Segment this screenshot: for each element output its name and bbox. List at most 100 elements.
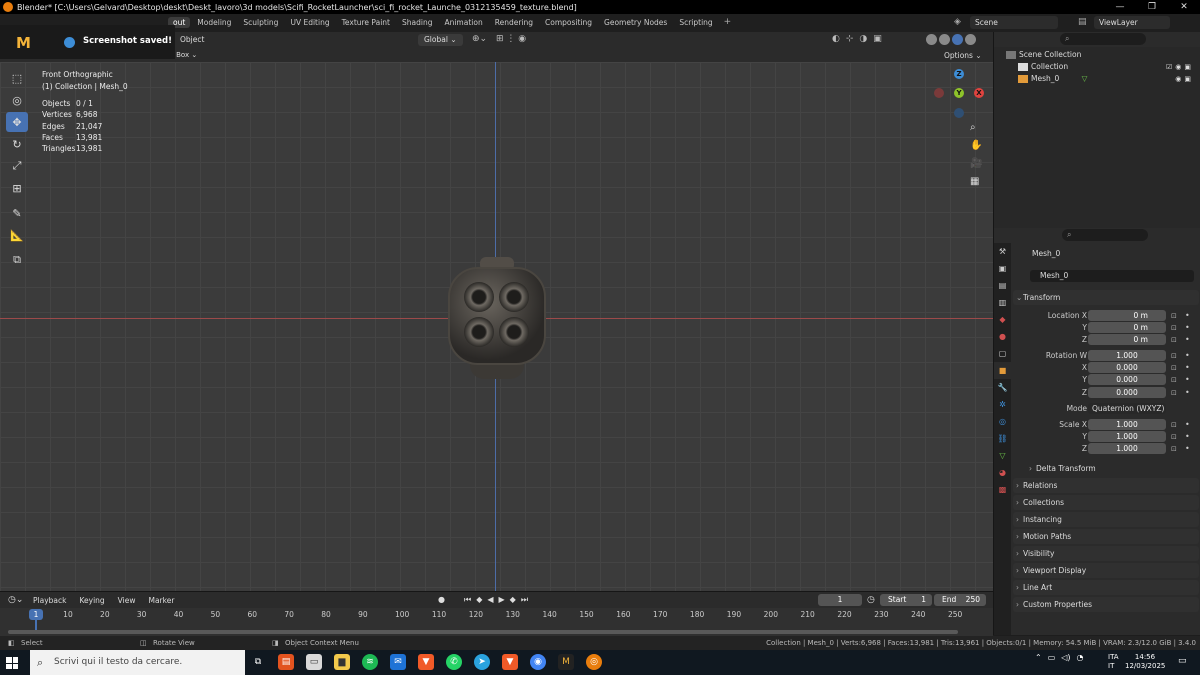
keyframe-dot-icon[interactable]: • [1185, 443, 1190, 455]
timeline[interactable]: 10 20 30 40 50 60 70 80 90 100 110 120 130 140 150 160 1… [0, 608, 993, 636]
property-value-field[interactable]: 1.000 [1088, 350, 1166, 361]
gizmo-neg-x-icon[interactable] [934, 88, 944, 98]
lock-icon[interactable]: ⊡ [1171, 350, 1177, 362]
brave-icon[interactable]: ▼ [418, 654, 434, 670]
navigation-gizmo[interactable]: Z Y X [934, 68, 984, 118]
keyframe-dot-icon[interactable]: • [1185, 322, 1190, 334]
cursor-tool-icon[interactable]: ◎ [6, 90, 28, 110]
gizmo-y-icon[interactable]: Y [954, 88, 964, 98]
move-tool-icon[interactable]: ✥ [6, 112, 28, 132]
scene-icon[interactable]: ◈ [954, 17, 966, 29]
transform-panel-header[interactable]: Transform [1013, 290, 1199, 305]
play-reverse-icon[interactable]: ◀ [487, 595, 493, 605]
rotate-tool-icon[interactable]: ↻ [6, 134, 28, 154]
mesh-data-tab-icon[interactable]: ▽ [994, 447, 1011, 464]
view-layer-tab-icon[interactable]: ▥ [994, 294, 1011, 311]
object-name-field[interactable]: Mesh_0 [1030, 270, 1194, 282]
workspace-tab[interactable]: Scripting [674, 17, 717, 28]
workspace-tab[interactable]: Texture Paint [337, 17, 395, 28]
start-frame-field[interactable]: Start 1 [880, 594, 932, 606]
solid-shading-icon[interactable] [939, 34, 950, 45]
timeline-menu-item[interactable]: Keying [79, 596, 104, 605]
outliner-mesh[interactable]: Mesh_0 ▽ ◉▣ [994, 73, 1200, 85]
lock-icon[interactable]: ⊡ [1171, 387, 1177, 399]
rotation-mode-dropdown[interactable]: Quaternion (WXYZ) ⌄ [1088, 403, 1166, 425]
snap-icon[interactable]: ⊞ ⋮ ◉ [496, 34, 526, 44]
properties-panel-header[interactable]: Line Art [1013, 580, 1199, 595]
3d-viewport[interactable] [0, 62, 993, 591]
transform-orientation-dropdown[interactable]: Global ⌄ [418, 34, 463, 46]
volume-icon[interactable]: ◁) [1061, 653, 1070, 662]
wifi-icon[interactable]: ◔ [1077, 653, 1084, 662]
properties-panel-header[interactable]: Motion Paths [1013, 529, 1199, 544]
workspace-tab[interactable]: Compositing [540, 17, 597, 28]
properties-panel-header[interactable]: Custom Properties [1013, 597, 1199, 612]
play-icon[interactable]: ▶ [499, 595, 505, 605]
lock-icon[interactable]: ⊡ [1171, 362, 1177, 374]
end-frame-field[interactable]: End 250 [934, 594, 986, 606]
timeline-menu-item[interactable]: View [118, 596, 136, 605]
lock-icon[interactable]: ⊡ [1171, 431, 1177, 443]
visibility-icon[interactable]: ◐ [832, 34, 840, 44]
keyframe-dot-icon[interactable]: • [1185, 419, 1190, 431]
rendered-shading-icon[interactable] [965, 34, 976, 45]
jump-end-icon[interactable]: ⏭ [521, 595, 528, 605]
taskbar-clock[interactable]: 14:56 12/03/2025 [1125, 653, 1165, 671]
output-tab-icon[interactable]: ▤ [994, 277, 1011, 294]
view-layer-selector[interactable]: ViewLayer [1094, 16, 1170, 29]
jump-keyframe-back-icon[interactable]: ◆ [476, 595, 482, 605]
tool-tab-icon[interactable]: ⚒ [994, 243, 1011, 260]
keyframe-dot-icon[interactable]: • [1185, 310, 1190, 322]
mesh-flags[interactable]: ◉▣ [1175, 73, 1194, 85]
select-tool-icon[interactable]: ⬚ [6, 68, 28, 88]
add-cube-tool-icon[interactable]: ⧉ [6, 250, 28, 270]
maximize-icon[interactable]: ❐ [1136, 0, 1168, 14]
transform-tool-icon[interactable]: ⊞ [6, 178, 28, 198]
workspace-tab[interactable]: UV Editing [285, 17, 334, 28]
object-menu[interactable]: Object [180, 35, 204, 44]
current-frame-field[interactable]: 1 [818, 594, 862, 606]
app-icon[interactable]: ▤ [278, 654, 294, 670]
texture-tab-icon[interactable]: ▩ [994, 481, 1011, 498]
lock-icon[interactable]: ⊡ [1171, 322, 1177, 334]
jump-keyframe-forward-icon[interactable]: ◆ [510, 595, 516, 605]
property-value-field[interactable]: 0.000 [1088, 374, 1166, 385]
property-value-field[interactable]: 1.000 [1088, 419, 1166, 430]
gizmo-neg-z-icon[interactable] [954, 108, 964, 118]
workspace-tab[interactable]: Geometry Nodes [599, 17, 672, 28]
view-layer-icon[interactable]: ▤ [1078, 17, 1090, 29]
taskbar-search-input[interactable]: Scrivi qui il testo da cercare. [30, 650, 245, 675]
overlay-toggle-icon[interactable]: ◑ [859, 34, 867, 44]
outliner-search-input[interactable]: ⌕ [1060, 33, 1146, 45]
scene-tab-icon[interactable]: ◆ [994, 311, 1011, 328]
whatsapp-icon[interactable]: ✆ [446, 654, 462, 670]
property-value-field[interactable]: 0 m [1088, 310, 1166, 321]
pivot-point-icon[interactable]: ⊕⌄ [472, 34, 487, 44]
pan-hand-icon[interactable]: ✋ [970, 140, 982, 151]
delta-transform-panel[interactable]: Delta Transform [1026, 461, 1198, 476]
timeline-menu-item[interactable]: Playback [33, 596, 66, 605]
record-icon[interactable]: ● [438, 595, 445, 605]
lock-icon[interactable]: ⊡ [1171, 419, 1177, 431]
properties-search-input[interactable]: ⌕ [1062, 229, 1148, 241]
property-value-field[interactable]: 0 m [1088, 334, 1166, 345]
gizmo-toggle-icon[interactable]: ⊹ [846, 34, 854, 44]
camera-view-icon[interactable]: 🎥 [970, 158, 982, 169]
keyframe-dot-icon[interactable]: • [1185, 334, 1190, 346]
render-tab-icon[interactable]: ▣ [994, 260, 1011, 277]
xray-icon[interactable]: ▣ [873, 34, 882, 44]
keyframe-dot-icon[interactable]: • [1185, 350, 1190, 362]
telegram-icon[interactable]: ➤ [474, 654, 490, 670]
collection-tab-icon[interactable]: ▢ [994, 345, 1011, 362]
workspace-tab[interactable]: Rendering [490, 17, 538, 28]
properties-panel-header[interactable]: Viewport Display [1013, 563, 1199, 578]
constraints-tab-icon[interactable]: ⛓ [994, 430, 1011, 447]
wireframe-shading-icon[interactable] [926, 34, 937, 45]
zoom-icon[interactable]: ⌕ [970, 122, 982, 133]
spotify-icon[interactable]: ≋ [362, 654, 378, 670]
input-language[interactable]: ITA IT [1108, 653, 1119, 671]
mail-icon[interactable]: ✉ [390, 654, 406, 670]
tray-chevron-icon[interactable]: ⌃ [1035, 653, 1042, 662]
notifications-icon[interactable]: ▭ [1178, 656, 1187, 666]
property-value-field[interactable]: 1.000 [1088, 431, 1166, 442]
